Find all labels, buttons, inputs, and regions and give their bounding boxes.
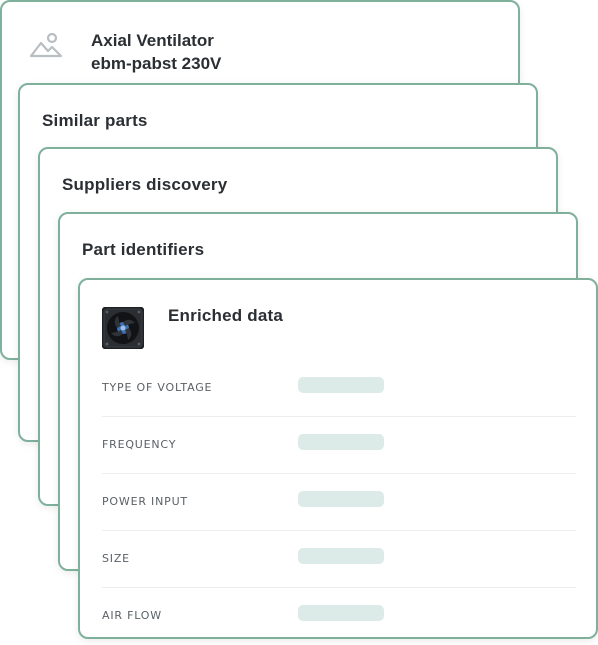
value-placeholder [298,491,384,507]
enriched-data-list: TYPE OF VOLTAGE FREQUENCY POWER INPUT SI… [102,360,576,645]
list-item: FREQUENCY [102,417,576,474]
enriched-data-title: Enriched data [168,306,284,325]
product-name-line1: Axial Ventilator [91,31,214,50]
suppliers-discovery-title: Suppliers discovery [62,175,228,194]
list-item: POWER INPUT [102,474,576,531]
attribute-label: SIZE [102,552,130,565]
value-placeholder [298,377,384,393]
product-name-line2: ebm-pabst 230V [91,54,222,73]
attribute-label: FREQUENCY [102,438,177,451]
attribute-label: TYPE OF VOLTAGE [102,381,213,394]
similar-parts-title: Similar parts [42,111,148,130]
list-item: SIZE [102,531,576,588]
value-placeholder [298,434,384,450]
value-placeholder [298,548,384,564]
fan-product-image [102,307,144,349]
value-placeholder [298,605,384,621]
image-placeholder-icon [28,30,64,62]
product-name: Axial Ventilator ebm-pabst 230V [91,29,221,75]
list-item: AIR FLOW [102,588,576,645]
enriched-data-card: Enriched data TYPE OF VOLTAGE FREQUENCY … [78,278,598,639]
attribute-label: AIR FLOW [102,609,162,622]
list-item: TYPE OF VOLTAGE [102,360,576,417]
part-identifiers-title: Part identifiers [82,240,205,259]
attribute-label: POWER INPUT [102,495,188,508]
